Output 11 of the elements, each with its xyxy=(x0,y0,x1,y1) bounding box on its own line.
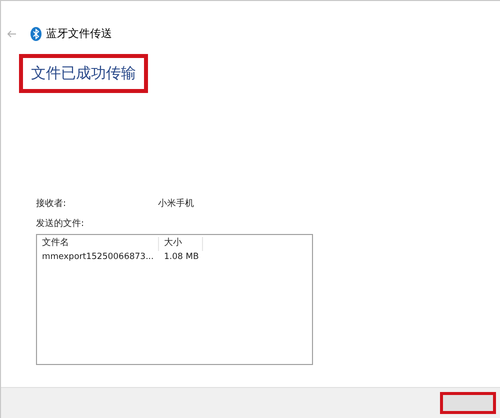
table-cell-text: 1.08 MB xyxy=(163,251,200,264)
bluetooth-icon xyxy=(30,27,42,41)
status-heading: 文件已成功传输 xyxy=(19,54,148,92)
field-label: 接收者: xyxy=(36,198,68,210)
table-cell-text: mmexport15250066873... xyxy=(41,251,155,264)
files-label: 发送的文件: xyxy=(36,218,86,230)
column-header[interactable]: 文件名 xyxy=(37,237,159,251)
column-header[interactable]: 大小 xyxy=(159,237,203,251)
field-value: 小米手机 xyxy=(158,198,194,210)
window-title: 蓝牙文件传送 xyxy=(46,26,112,42)
action-button[interactable] xyxy=(440,392,496,414)
